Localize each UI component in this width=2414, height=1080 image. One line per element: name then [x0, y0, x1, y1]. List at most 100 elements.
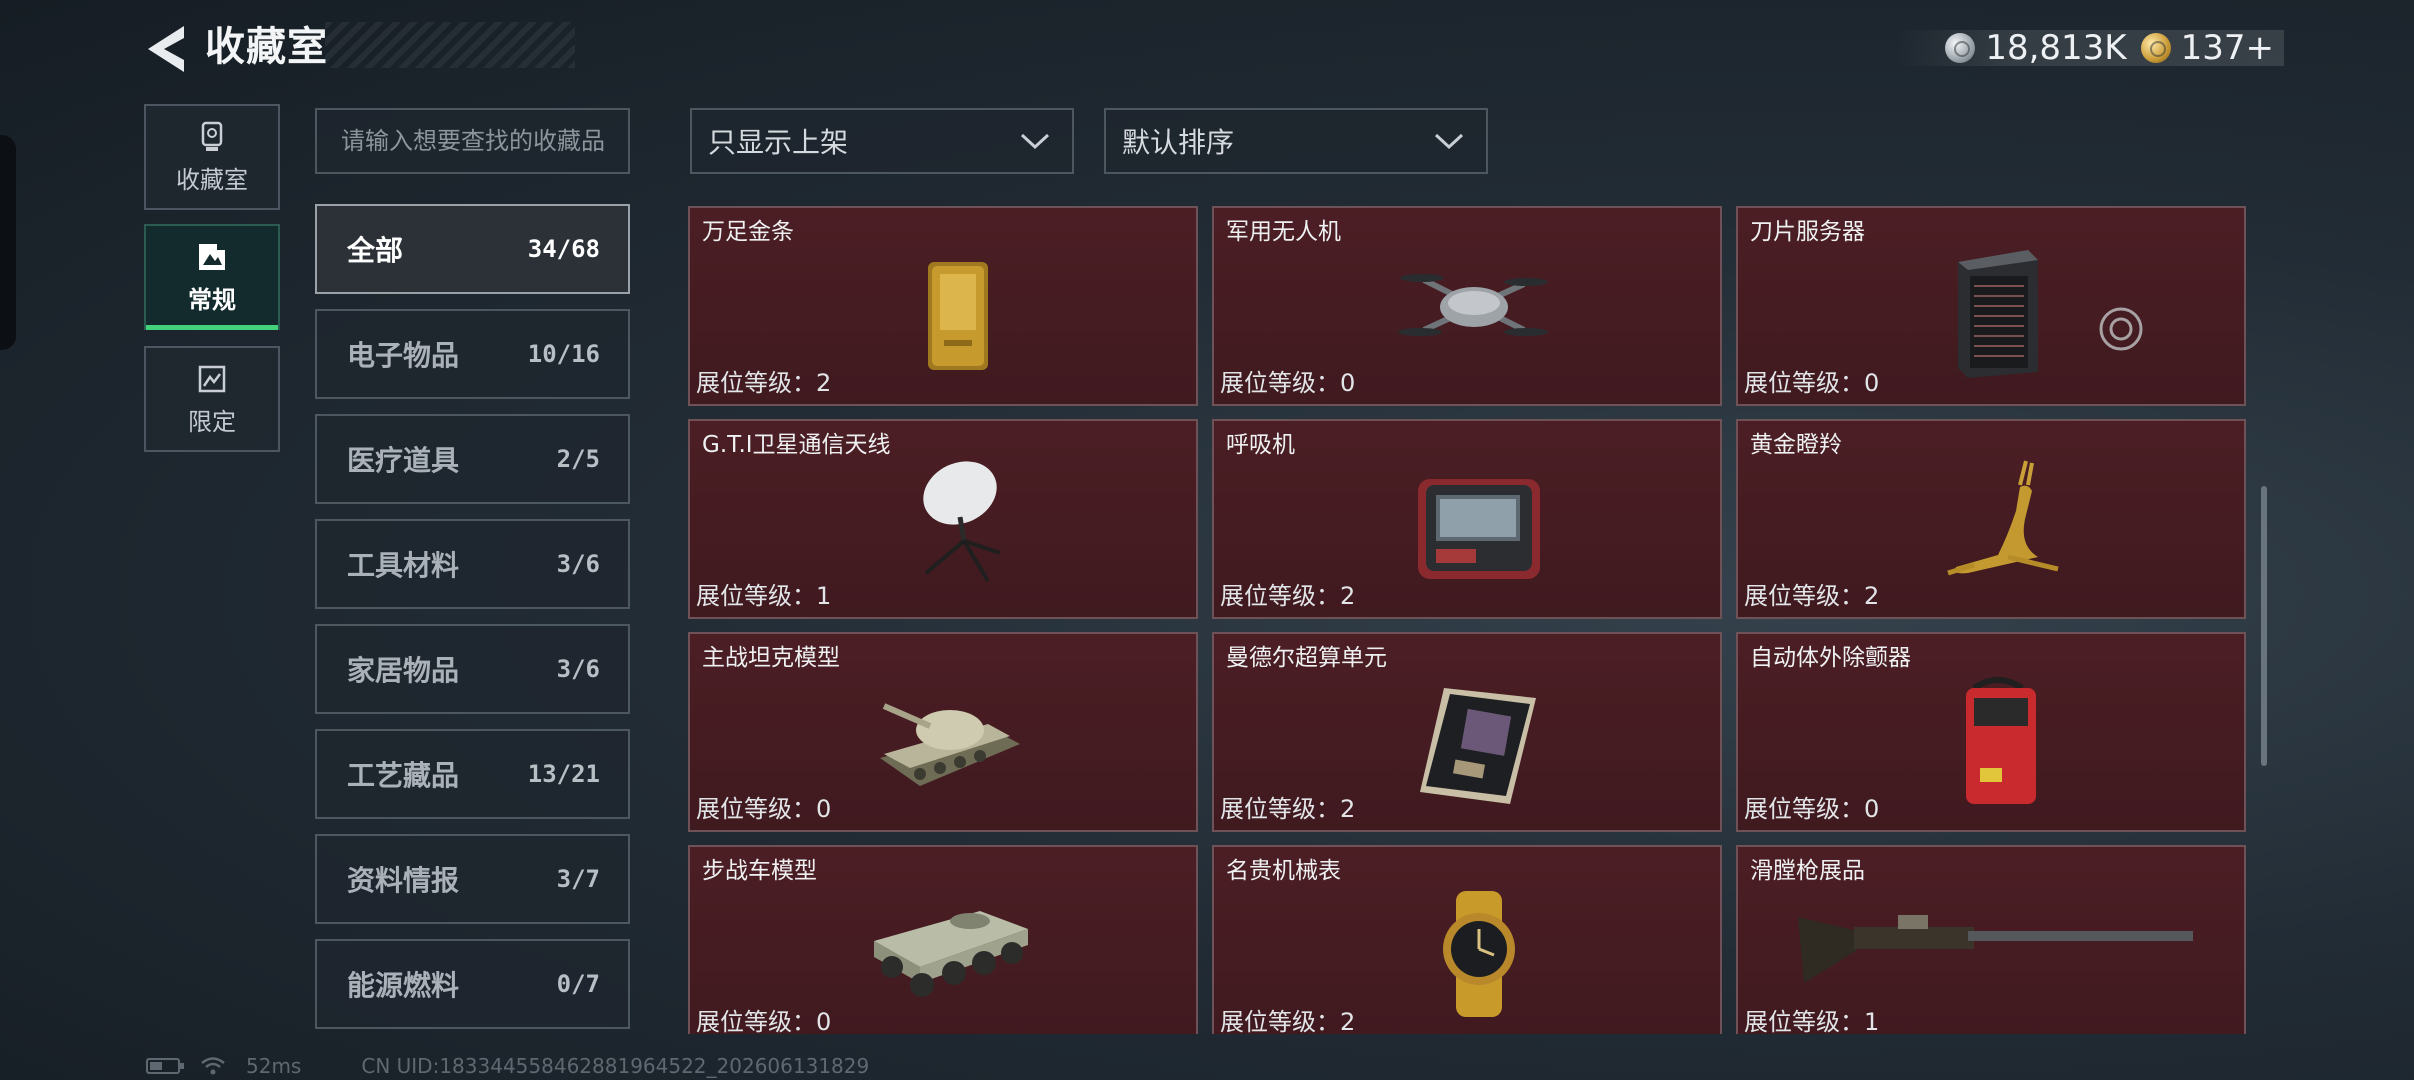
category-count: 2/5 — [556, 445, 600, 473]
collection-card-supercomputer-unit[interactable]: 曼德尔超算单元 展位等级：2 — [1212, 632, 1722, 832]
collection-card-gold-bar[interactable]: 万足金条 展位等级：2 — [688, 206, 1198, 406]
ifv-model-icon — [874, 911, 1028, 997]
category-count: 3/7 — [556, 865, 600, 893]
item-level: 展位等级：2 — [1220, 795, 1356, 823]
mode-tab-limited[interactable]: 限定 — [144, 346, 280, 452]
item-name: 呼吸机 — [1226, 432, 1295, 458]
item-level: 展位等级：0 — [1220, 369, 1356, 397]
gold-currency[interactable]: 137+ — [2140, 28, 2274, 68]
tank-model-icon — [880, 703, 1020, 786]
circuit-board-icon — [1420, 688, 1536, 804]
limited-frame-icon — [198, 365, 226, 392]
search-input[interactable] — [315, 108, 630, 174]
gold-amount: 137+ — [2180, 28, 2274, 68]
category-tools[interactable]: 工具材料 3/6 — [315, 519, 630, 609]
category-name: 资料情报 — [347, 864, 460, 897]
category-name: 工具材料 — [347, 549, 460, 582]
sort-value: 默认排序 — [1122, 126, 1235, 159]
mode-tab-label: 限定 — [188, 407, 236, 436]
item-level: 展位等级：0 — [1744, 369, 1880, 397]
back-button[interactable] — [144, 22, 194, 76]
item-name: 黄金瞪羚 — [1750, 432, 1842, 458]
silver-coin-icon — [1945, 33, 1976, 63]
ventilator-icon — [1418, 479, 1540, 579]
chevron-down-icon — [1434, 133, 1464, 150]
collection-card-ventilator[interactable]: 呼吸机 展位等级：2 — [1212, 419, 1722, 619]
item-name: 刀片服务器 — [1750, 219, 1865, 245]
screen-notch — [0, 135, 16, 350]
defibrillator-icon — [1966, 677, 2036, 804]
item-level: 展位等级：1 — [696, 582, 832, 610]
silver-currency: 18,813K — [1945, 28, 2127, 68]
item-level: 展位等级：2 — [1220, 1008, 1356, 1034]
mode-tab-label: 收藏室 — [176, 165, 248, 194]
item-name: 滑膛枪展品 — [1750, 858, 1865, 884]
category-crafts[interactable]: 工艺藏品 13/21 — [315, 729, 630, 819]
trophy-icon — [201, 121, 223, 151]
page-title: 收藏室 — [205, 24, 328, 70]
category-count: 3/6 — [556, 550, 600, 578]
item-level: 展位等级：2 — [1220, 582, 1356, 610]
category-count: 10/16 — [527, 340, 600, 368]
item-name: 军用无人机 — [1226, 219, 1341, 245]
item-name: 名贵机械表 — [1226, 858, 1341, 884]
item-name: 万足金条 — [702, 219, 794, 245]
category-name: 家居物品 — [347, 654, 460, 687]
sort-dropdown[interactable]: 默认排序 — [1104, 108, 1488, 174]
category-household[interactable]: 家居物品 3/6 — [315, 624, 630, 714]
drone-icon — [1398, 274, 1548, 336]
collection-card-luxury-watch[interactable]: 名贵机械表 展位等级：2 — [1212, 845, 1722, 1034]
shelf-filter-value: 只显示上架 — [708, 126, 849, 159]
status-bar: 52ms CN UID:183344558462881964522_202606… — [146, 1054, 869, 1078]
gazelle-statue-icon — [1947, 460, 2059, 576]
collection-card-musket[interactable]: 滑膛枪展品 展位等级：1 — [1736, 845, 2246, 1034]
grid-scrollbar[interactable] — [2261, 486, 2267, 766]
collection-grid: 万足金条 展位等级：2 军用无人机 展位等级：0 刀片服务器 展位等级：0 G.… — [688, 206, 2248, 1034]
item-name: 曼德尔超算单元 — [1226, 645, 1387, 671]
gold-coin-icon — [2140, 33, 2171, 63]
category-name: 电子物品 — [347, 339, 460, 372]
item-level: 展位等级：0 — [1744, 795, 1880, 823]
silver-amount: 18,813K — [1985, 28, 2127, 68]
category-count: 13/21 — [527, 760, 600, 788]
collection-card-blade-server[interactable]: 刀片服务器 展位等级：0 — [1736, 206, 2246, 406]
category-name: 能源燃料 — [347, 969, 460, 1002]
category-energy[interactable]: 能源燃料 0/7 — [315, 939, 630, 1029]
collection-card-ifv-model[interactable]: 步战车模型 展位等级：0 — [688, 845, 1198, 1034]
collection-card-satellite-dish[interactable]: G.T.I卫星通信天线 展位等级：1 — [688, 419, 1198, 619]
image-frame-icon — [199, 241, 227, 270]
collection-card-aed[interactable]: 自动体外除颤器 展位等级：0 — [1736, 632, 2246, 832]
back-arrow-icon — [148, 26, 184, 72]
shelf-filter-dropdown[interactable]: 只显示上架 — [690, 108, 1074, 174]
chevron-down-icon — [1020, 133, 1050, 150]
server-icon — [1958, 250, 2038, 378]
battery-icon — [146, 1058, 184, 1074]
collection-card-golden-gazelle[interactable]: 黄金瞪羚 展位等级：2 — [1736, 419, 2246, 619]
musket-icon — [1798, 915, 2193, 983]
category-intel[interactable]: 资料情报 3/7 — [315, 834, 630, 924]
item-name: 步战车模型 — [702, 858, 817, 884]
mode-tab-collection-room[interactable]: 收藏室 — [144, 104, 280, 210]
category-name: 全部 — [347, 234, 404, 267]
title-bar: 收藏室 — [205, 22, 575, 70]
currency-bar: 18,813K 137+ — [1895, 28, 2284, 68]
ping-value: 52ms — [246, 1054, 302, 1078]
category-electronics[interactable]: 电子物品 10/16 — [315, 309, 630, 399]
mode-tab-regular[interactable]: 常规 — [144, 224, 280, 330]
watch-icon — [1443, 891, 1515, 1017]
item-name: 主战坦克模型 — [702, 645, 840, 671]
gold-bar-icon — [928, 262, 988, 370]
item-level: 展位等级：0 — [696, 795, 832, 823]
target-icon — [2099, 307, 2143, 351]
category-all[interactable]: 全部 34/68 — [315, 204, 630, 294]
mode-tab-label: 常规 — [188, 285, 236, 314]
collection-card-tank-model[interactable]: 主战坦克模型 展位等级：0 — [688, 632, 1198, 832]
item-level: 展位等级：1 — [1744, 1008, 1880, 1034]
category-count: 3/6 — [556, 655, 600, 683]
user-uid: CN UID:183344558462881964522_20260613182… — [361, 1054, 870, 1078]
collection-card-drone[interactable]: 军用无人机 展位等级：0 — [1212, 206, 1722, 406]
category-count: 34/68 — [527, 235, 600, 263]
category-medical[interactable]: 医疗道具 2/5 — [315, 414, 630, 504]
category-name: 医疗道具 — [347, 444, 460, 477]
category-count: 0/7 — [556, 970, 600, 998]
